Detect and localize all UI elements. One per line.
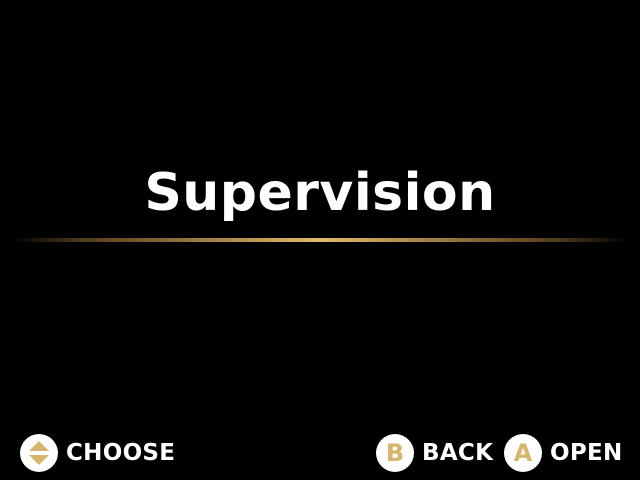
a-button-letter: A: [513, 439, 533, 467]
open-hint[interactable]: A OPEN: [504, 434, 623, 472]
dpad-up-down-icon: [20, 434, 58, 472]
a-button-icon: A: [504, 434, 542, 472]
back-label: BACK: [422, 440, 494, 466]
choose-label: CHOOSE: [66, 440, 176, 466]
back-hint[interactable]: B BACK: [376, 434, 493, 472]
gold-divider: [12, 238, 628, 242]
open-label: OPEN: [550, 440, 623, 466]
b-button-icon: B: [376, 434, 414, 472]
page-title: Supervision: [144, 163, 496, 223]
choose-hint[interactable]: CHOOSE: [20, 434, 175, 472]
b-button-letter: B: [385, 439, 405, 467]
